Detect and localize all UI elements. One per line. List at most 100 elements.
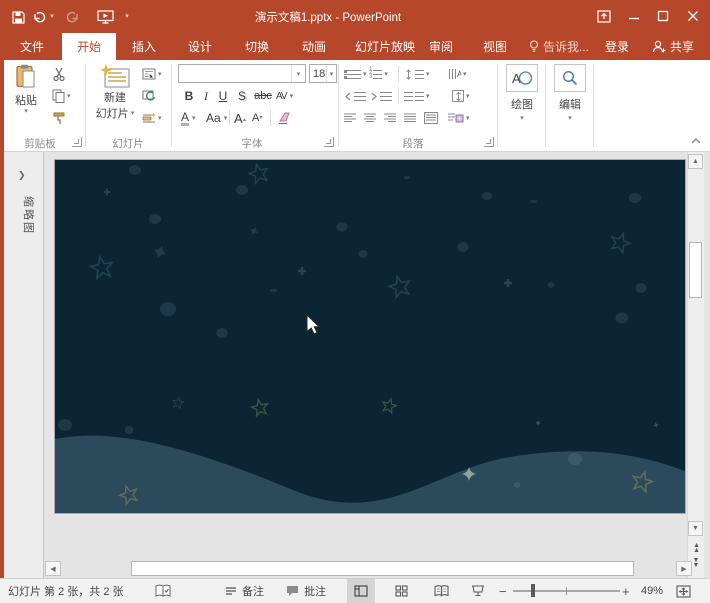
- decrease-indent-button[interactable]: [344, 88, 366, 104]
- start-slideshow-button[interactable]: [92, 8, 118, 26]
- reading-view-button[interactable]: [427, 579, 455, 603]
- notes-button[interactable]: 备注: [225, 579, 264, 603]
- undo-button[interactable]: [29, 8, 49, 26]
- grow-font-button[interactable]: A▾: [234, 110, 246, 126]
- tell-me-label: 告诉我...: [543, 38, 589, 55]
- maximize-button[interactable]: [650, 4, 676, 28]
- tab-home[interactable]: 开始: [62, 33, 116, 60]
- zoom-out-button[interactable]: −: [499, 579, 507, 603]
- bold-button[interactable]: B: [181, 88, 197, 105]
- cut-button[interactable]: [52, 66, 66, 82]
- tab-review[interactable]: 审阅: [418, 33, 464, 60]
- slide-sorter-view-button[interactable]: [387, 579, 415, 603]
- font-dialog-launcher[interactable]: [324, 137, 334, 147]
- clipboard-dialog-launcher[interactable]: [72, 137, 82, 147]
- scroll-left-button[interactable]: ◀: [45, 561, 61, 576]
- align-right-button[interactable]: [384, 110, 396, 126]
- slide-layout-button[interactable]: ▾: [142, 66, 162, 82]
- align-text-dropdown-caret: ▾: [466, 93, 470, 100]
- slide-canvas[interactable]: [55, 160, 685, 513]
- font-name-combobox[interactable]: ▾: [178, 64, 306, 83]
- zoom-slider-thumb[interactable]: [531, 584, 535, 597]
- vertical-scrollbar[interactable]: [687, 152, 704, 578]
- section-button[interactable]: ▾: [142, 110, 162, 126]
- horizontal-scrollbar-thumb[interactable]: [131, 561, 634, 576]
- fit-slide-to-window-button[interactable]: [676, 579, 691, 603]
- right-arrow-icon: ▶: [681, 565, 686, 573]
- close-button[interactable]: [680, 4, 706, 28]
- share-button[interactable]: 共享: [640, 33, 706, 60]
- group-separator: [593, 64, 594, 146]
- spacing-label: AV: [276, 91, 287, 102]
- svg-text:A: A: [457, 70, 461, 79]
- editing-menu-button[interactable]: 编辑 ▾: [551, 64, 589, 122]
- collapse-ribbon-button[interactable]: [690, 136, 702, 146]
- copy-button[interactable]: ▾: [52, 88, 71, 104]
- text-direction-dropdown-caret: ▾: [463, 71, 467, 78]
- tab-transitions[interactable]: 切换: [231, 33, 283, 60]
- minimize-button[interactable]: [621, 4, 647, 28]
- tab-insert[interactable]: 插入: [120, 33, 168, 60]
- align-center-button[interactable]: [364, 110, 376, 126]
- normal-view-button[interactable]: [347, 579, 375, 603]
- save-button[interactable]: [8, 8, 28, 26]
- tab-animations[interactable]: 动画: [288, 33, 340, 60]
- font-color-button[interactable]: A ▾: [181, 110, 196, 126]
- font-size-combobox[interactable]: 18 ▾: [309, 64, 337, 83]
- tab-slideshow[interactable]: 幻灯片放映: [342, 33, 428, 60]
- italic-button[interactable]: I: [198, 88, 214, 105]
- previous-slide-button[interactable]: ▼ ▼: [689, 540, 703, 554]
- undo-dropdown[interactable]: ▾: [47, 8, 57, 26]
- format-painter-button[interactable]: [52, 110, 66, 126]
- slides-group-label: 幻灯片: [98, 136, 158, 151]
- line-spacing-button[interactable]: ▾: [404, 66, 430, 82]
- reset-slide-button[interactable]: [142, 88, 156, 104]
- font-name-dropdown[interactable]: ▾: [291, 65, 305, 82]
- redo-button[interactable]: [63, 8, 83, 26]
- tab-view[interactable]: 视图: [472, 33, 518, 60]
- paragraph-dialog-launcher[interactable]: [484, 137, 494, 147]
- justify-button[interactable]: [404, 110, 416, 126]
- clear-formatting-button[interactable]: [277, 110, 292, 126]
- drawing-menu-button[interactable]: A 绘图 ▾: [503, 64, 541, 122]
- spell-check-button[interactable]: [155, 579, 171, 603]
- bullets-button[interactable]: ▾: [344, 66, 367, 82]
- tab-design[interactable]: 设计: [174, 33, 226, 60]
- ribbon-display-options-button[interactable]: [591, 4, 617, 28]
- convert-to-smartart-button[interactable]: ▾: [448, 110, 470, 126]
- zoom-level[interactable]: 49%: [641, 579, 663, 603]
- columns-button[interactable]: ▾: [404, 88, 430, 104]
- sign-in-button[interactable]: 登录: [598, 33, 636, 60]
- new-slide-label-2: 幻灯片: [96, 105, 129, 121]
- thumbnails-pane-collapsed[interactable]: ❯ 缩略图: [4, 152, 44, 578]
- vertical-scrollbar-thumb[interactable]: [689, 242, 702, 298]
- underline-button[interactable]: U: [215, 88, 231, 105]
- comments-button[interactable]: 批注: [286, 579, 326, 603]
- strikethrough-button[interactable]: abc: [252, 88, 274, 105]
- font-size-dropdown[interactable]: ▾: [326, 65, 336, 82]
- tab-file[interactable]: 文件: [6, 33, 58, 60]
- increase-indent-button[interactable]: [370, 88, 392, 104]
- slideshow-view-button[interactable]: [464, 579, 492, 603]
- text-direction-button[interactable]: A ▾: [448, 66, 467, 82]
- qat-customize-dropdown[interactable]: ▾: [122, 8, 132, 26]
- scroll-right-button[interactable]: ▶: [676, 561, 692, 576]
- tab-tell-me[interactable]: 告诉我...: [524, 33, 594, 60]
- scroll-up-button[interactable]: ▲: [688, 154, 703, 169]
- text-shadow-button[interactable]: S: [234, 88, 250, 105]
- distribute-button[interactable]: [424, 110, 438, 126]
- left-arrow-icon: ◀: [50, 565, 55, 573]
- thumbnails-pane-label: 缩略图: [11, 196, 37, 235]
- align-left-button[interactable]: [344, 110, 356, 126]
- paste-button[interactable]: 粘贴 ▾: [8, 64, 44, 115]
- shrink-font-button[interactable]: A▾: [252, 110, 262, 126]
- align-text-button[interactable]: ▾: [452, 88, 470, 104]
- paste-dropdown-caret: ▾: [24, 108, 28, 115]
- new-slide-button[interactable]: 新建 幻灯片 ▾: [92, 64, 138, 121]
- expand-pane-arrow-icon[interactable]: ❯: [18, 170, 26, 181]
- numbering-button[interactable]: 123 ▾: [369, 66, 388, 82]
- change-case-button[interactable]: Aa ▾: [206, 110, 227, 126]
- character-spacing-button[interactable]: AV ▾: [276, 88, 293, 104]
- scroll-down-button[interactable]: ▼: [688, 521, 703, 536]
- zoom-in-button[interactable]: +: [622, 579, 630, 603]
